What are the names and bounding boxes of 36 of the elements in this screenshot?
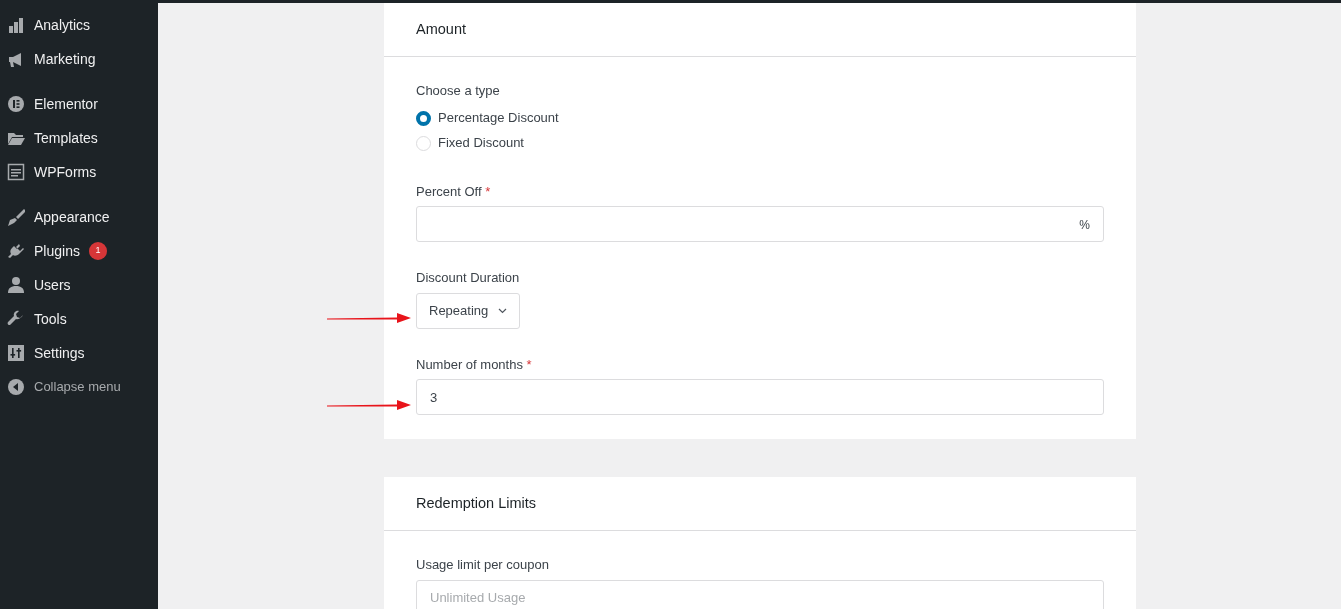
field-label: Percent Off * (416, 182, 492, 201)
sliders-icon (7, 344, 25, 362)
user-icon (7, 276, 25, 294)
radio-option[interactable]: Fixed Discount (416, 130, 524, 156)
brush-icon (7, 208, 25, 226)
chevron-down-icon (498, 307, 508, 314)
sidebar-item[interactable]: Analytics (0, 8, 158, 42)
field-label: Number of months * (416, 355, 533, 374)
sidebar-item[interactable]: Elementor (0, 87, 158, 121)
chart-icon (7, 16, 25, 34)
collapse-menu-button[interactable]: Collapse menu (0, 370, 158, 404)
sidebar-item[interactable]: Tools (0, 302, 158, 336)
collapse-icon (7, 378, 25, 396)
card-title: Amount (384, 3, 1136, 57)
sidebar-item[interactable]: Plugins 1 (0, 234, 158, 268)
sidebar-item[interactable]: Settings (0, 336, 158, 370)
field-label: Discount Duration (416, 269, 521, 287)
input-field[interactable]: Unlimited Usage (416, 579, 1104, 609)
radio-option[interactable]: Percentage Discount (416, 105, 559, 131)
plug-icon (7, 242, 25, 260)
sidebar-item[interactable]: Appearance (0, 200, 158, 234)
card-title: Redemption Limits (384, 477, 1136, 531)
percent-suffix: % (1079, 217, 1090, 234)
form-icon (7, 163, 25, 181)
sidebar-item[interactable]: WPForms (0, 155, 158, 189)
duration-select[interactable]: Repeating (416, 292, 521, 329)
input-field[interactable] (416, 206, 1104, 242)
input-field[interactable]: 3 (416, 379, 1104, 415)
sidebar-item[interactable]: Marketing (0, 42, 158, 76)
elementor-icon (7, 95, 25, 113)
radio-button[interactable] (416, 110, 431, 126)
sidebar-item[interactable]: Users (0, 268, 158, 302)
field-label: Usage limit per coupon (416, 556, 550, 574)
count-badge: 1 (88, 242, 107, 260)
field-label: Choose a type (416, 82, 501, 100)
sidebar-item[interactable]: Templates (0, 121, 158, 155)
